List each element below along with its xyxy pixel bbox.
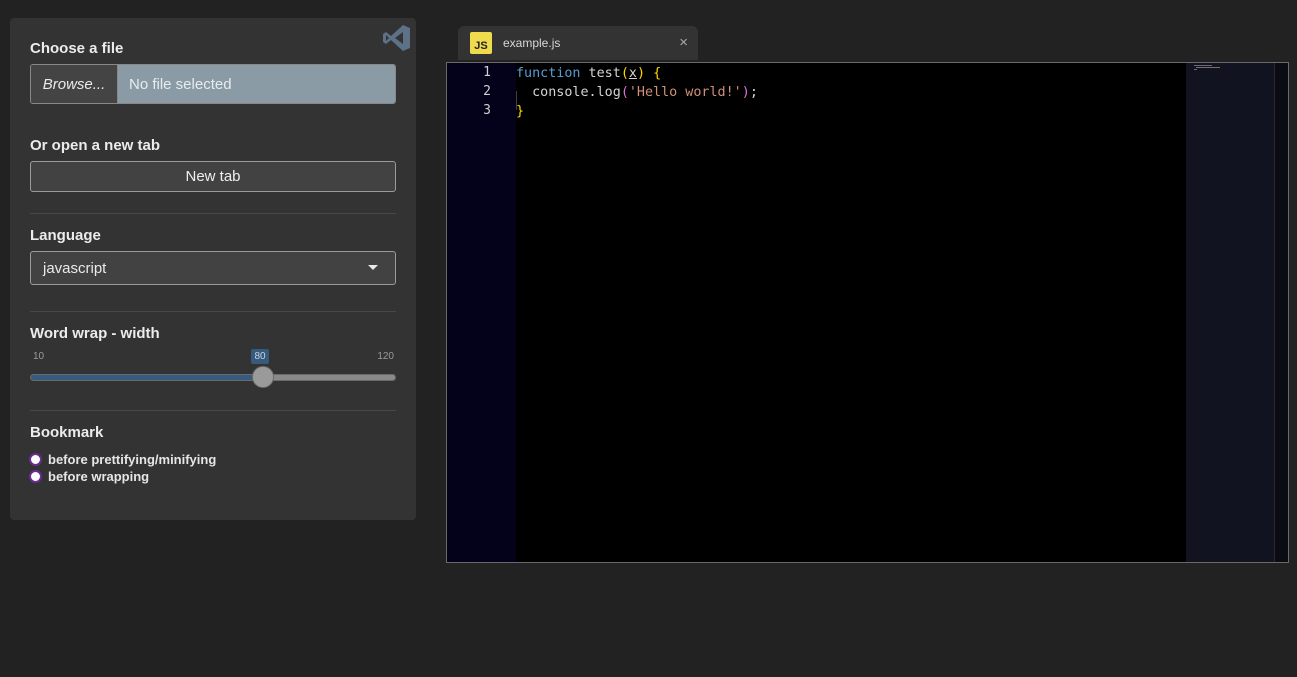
language-label: Language <box>30 227 101 244</box>
minimap-line <box>1194 69 1197 70</box>
line-number: 3 <box>483 103 491 118</box>
new-tab-button[interactable]: New tab <box>30 161 396 192</box>
radio-label: before wrapping <box>48 469 150 484</box>
code-line[interactable]: } <box>516 102 524 121</box>
slider-max-label: 120 <box>377 351 394 362</box>
language-select-value: javascript <box>43 259 107 277</box>
code-token: ( <box>620 85 629 100</box>
wrap-slider-fill <box>31 375 263 380</box>
bookmark-option-wrap[interactable]: before wrapping <box>29 469 149 484</box>
sidebar: Choose a file Browse... No file selected… <box>10 18 416 520</box>
code-token: test <box>580 66 621 81</box>
divider <box>30 311 396 312</box>
radio-button[interactable] <box>29 453 42 466</box>
editor-tab[interactable]: JS example.js × <box>458 26 698 60</box>
code-token: ( <box>620 66 629 81</box>
vertical-scrollbar[interactable] <box>1274 63 1288 562</box>
bookmark-label: Bookmark <box>30 424 104 441</box>
file-label: Choose a file <box>30 40 124 57</box>
minimap[interactable] <box>1186 63 1274 562</box>
slider-min-label: 10 <box>33 351 45 362</box>
caret-down-icon <box>368 265 378 270</box>
code-token: { <box>653 66 662 81</box>
minimap-line <box>1196 67 1220 68</box>
newtab-label: Or open a new tab <box>30 137 161 154</box>
code-token: } <box>516 104 525 119</box>
bookmark-option-prettify[interactable]: before prettifying/minifying <box>29 452 216 467</box>
radio-label: before prettifying/minifying <box>48 452 217 467</box>
file-input[interactable]: Browse... No file selected <box>30 64 396 104</box>
code-token: ; <box>749 85 758 100</box>
code-token: function <box>516 66 581 81</box>
line-number: 1 <box>483 65 491 80</box>
tab-filename: example.js <box>503 36 561 50</box>
minimap-line <box>1194 65 1212 66</box>
vscode-icon <box>383 25 410 51</box>
code-line[interactable]: function test(x) { <box>516 64 661 83</box>
browse-button[interactable]: Browse... <box>31 65 118 103</box>
slider-value-label: 80 <box>251 349 269 364</box>
line-number-gutter: 1 2 3 <box>447 63 516 562</box>
divider <box>30 410 396 411</box>
radio-button[interactable] <box>29 470 42 483</box>
wrap-label: Word wrap - width <box>30 325 160 342</box>
wrap-slider-track[interactable] <box>30 374 396 381</box>
wrap-slider-handle[interactable] <box>251 366 274 388</box>
language-select[interactable]: javascript <box>30 251 396 285</box>
code-token: console.log <box>516 85 621 100</box>
code-editor[interactable]: 1 2 3 function test(x) { console.log('He… <box>446 62 1289 563</box>
close-icon[interactable]: × <box>679 34 688 51</box>
line-number: 2 <box>483 84 491 99</box>
code-token: 'Hello world!' <box>628 85 742 100</box>
javascript-file-icon: JS <box>470 32 492 54</box>
divider <box>30 213 396 214</box>
code-token: x <box>628 66 637 81</box>
code-line[interactable]: console.log('Hello world!'); <box>516 83 758 102</box>
code-token: ) <box>636 66 645 81</box>
file-name-display: No file selected <box>118 65 395 103</box>
code-token: ) <box>741 85 750 100</box>
